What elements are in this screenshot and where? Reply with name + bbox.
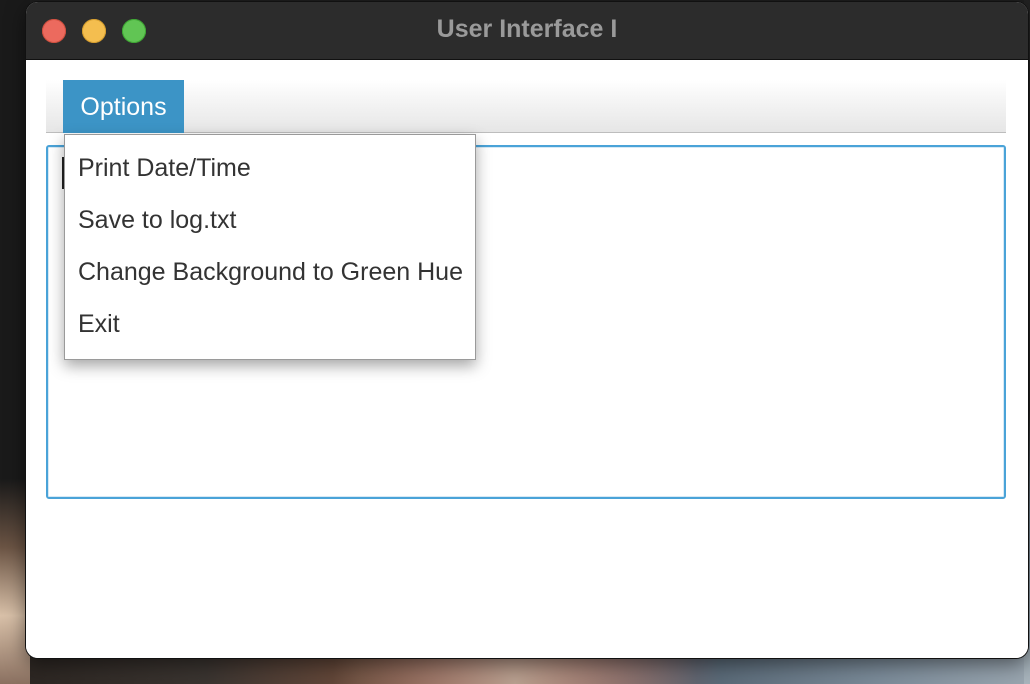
- title-bar[interactable]: User Interface I: [26, 2, 1028, 60]
- window-content: Options Print Date/Time Save to log.txt …: [26, 60, 1028, 658]
- menu-options[interactable]: Options: [63, 80, 184, 133]
- menu-item-save-to-log[interactable]: Save to log.txt: [65, 194, 475, 246]
- menu-item-change-background[interactable]: Change Background to Green Hue: [65, 246, 475, 298]
- options-dropdown-menu: Print Date/Time Save to log.txt Change B…: [64, 134, 476, 360]
- menu-item-print-date-time[interactable]: Print Date/Time: [65, 142, 475, 194]
- window-title: User Interface I: [436, 15, 618, 43]
- app-window: User Interface I Options Print Date/Time…: [26, 2, 1028, 658]
- menu-item-exit[interactable]: Exit: [65, 298, 475, 350]
- menu-bar: Options: [46, 80, 1006, 133]
